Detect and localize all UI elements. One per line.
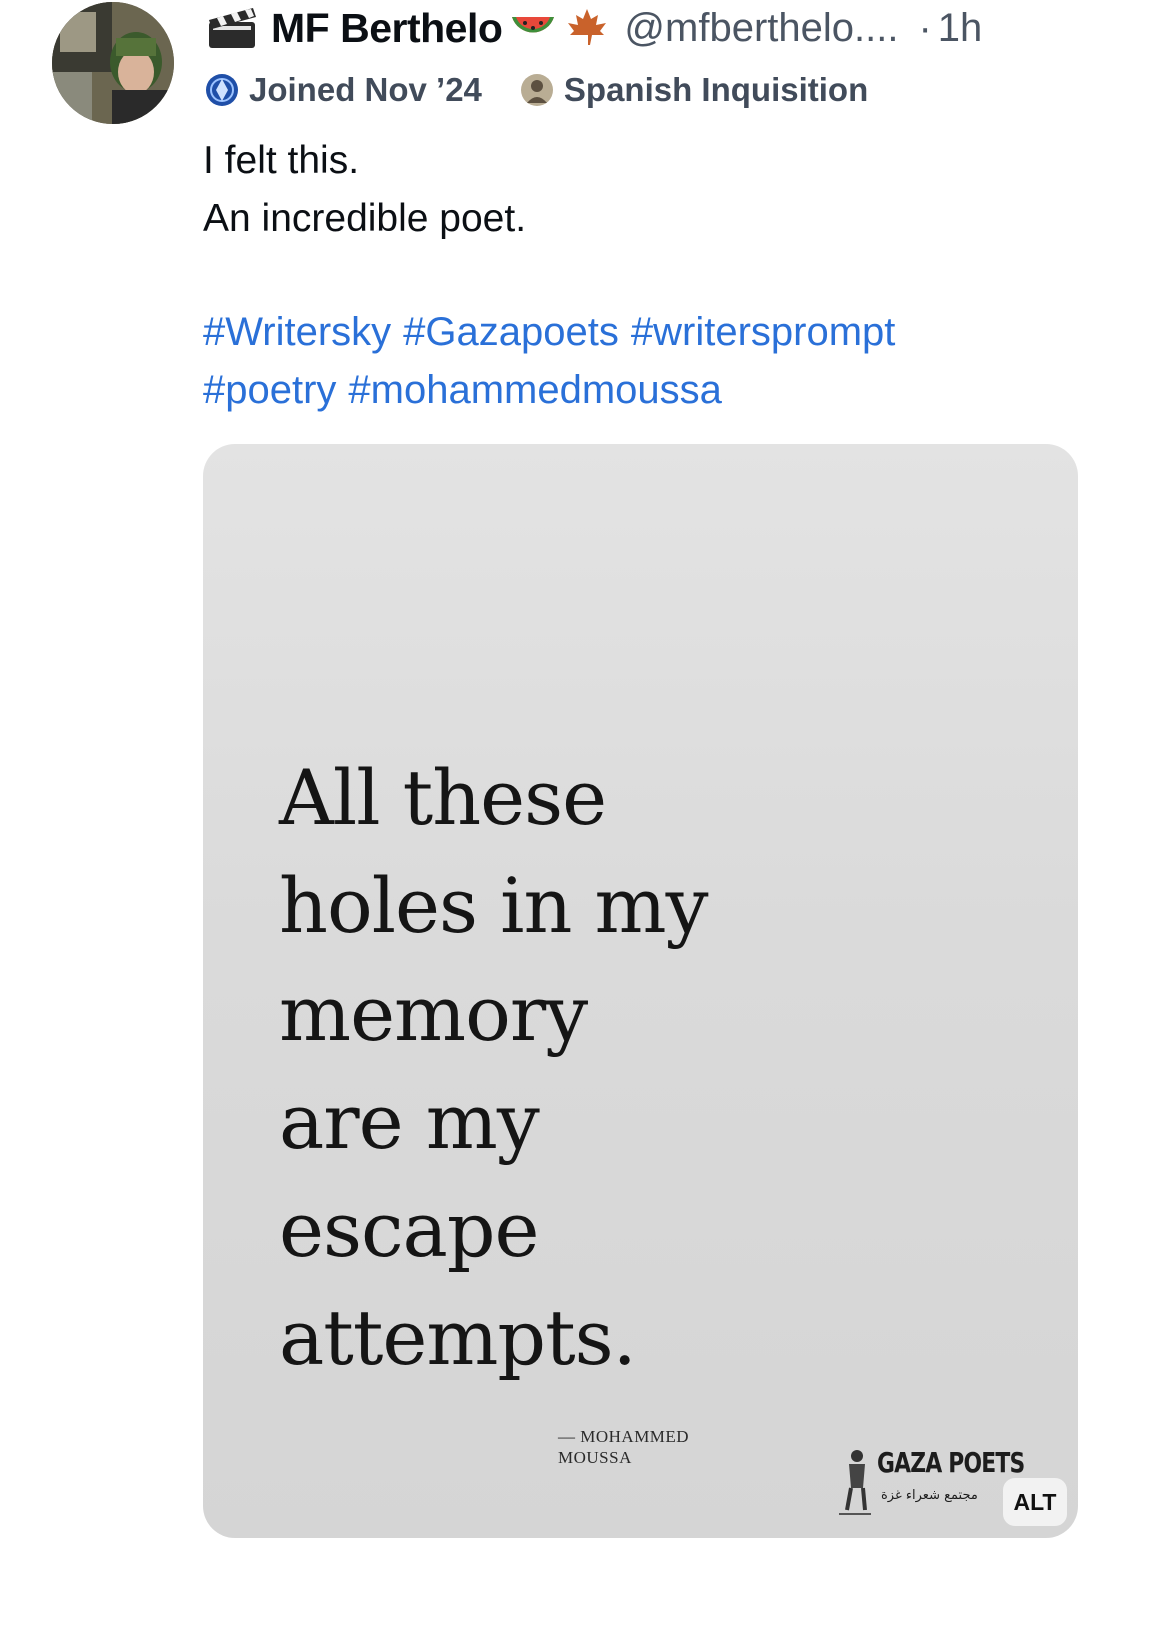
- globe-badge-icon: [206, 74, 238, 106]
- display-name[interactable]: MF Berthelo: [271, 5, 503, 52]
- poem-author: — MOHAMMED MOUSSA: [558, 1426, 689, 1468]
- post-text-line: I felt this.: [203, 139, 360, 182]
- poem-text: All these holes in my memory are my esca…: [279, 744, 709, 1392]
- post-header: MF Berthelo @mfberthelo.... · 1h: [205, 0, 1095, 56]
- portrait-badge-icon: [520, 74, 553, 106]
- post-time[interactable]: 1h: [938, 6, 983, 51]
- hashtag-link[interactable]: #writersprompt: [631, 310, 896, 354]
- logo-arabic: مجتمع شعراء غزة: [881, 1488, 978, 1503]
- poem-line: are my: [279, 1077, 540, 1166]
- poem-author-line: — MOHAMMED: [558, 1427, 690, 1446]
- poem-line: holes in my: [279, 861, 709, 950]
- gaza-poets-logo: GAZA POETS مجتمع شعراء غزة: [835, 1444, 1025, 1524]
- poem-line: memory: [279, 969, 588, 1058]
- post-image[interactable]: All these holes in my memory are my esca…: [203, 444, 1078, 1538]
- hashtag-link[interactable]: #Gazapoets: [403, 310, 619, 354]
- avatar[interactable]: [52, 2, 174, 124]
- poem-author-line: MOUSSA: [558, 1448, 632, 1467]
- hashtag-list: #Writersky #Gazapoets #writersprompt #poet…: [203, 303, 1103, 419]
- watermelon-icon: [512, 17, 555, 33]
- author-meta: Joined Nov ’24 Spanish Inquisition: [205, 68, 868, 112]
- poem-line: escape: [279, 1185, 539, 1274]
- joined-date: Joined Nov ’24: [249, 71, 482, 108]
- separator-dot: ·: [918, 5, 932, 50]
- author-handle[interactable]: @mfberthelo....: [624, 6, 898, 51]
- feed-name[interactable]: Spanish Inquisition: [564, 71, 868, 109]
- poet-figure-icon: [839, 1450, 871, 1515]
- post-body: I felt this. An incredible poet.: [203, 132, 526, 248]
- poem-line: attempts.: [279, 1293, 637, 1382]
- profile-photo: [52, 2, 174, 124]
- logo-title: GAZA POETS: [877, 1446, 1025, 1479]
- alt-text-button[interactable]: ALT: [1003, 1478, 1067, 1526]
- poem-line: All these: [279, 753, 607, 842]
- hashtag-link[interactable]: #Writersky: [203, 310, 391, 354]
- hashtag-link[interactable]: #mohammedmoussa: [348, 368, 722, 412]
- clapper-board-icon: [209, 8, 256, 48]
- maple-leaf-icon: [568, 9, 607, 45]
- post-text-line: An incredible poet.: [203, 197, 527, 240]
- hashtag-link[interactable]: #poetry: [203, 368, 336, 412]
